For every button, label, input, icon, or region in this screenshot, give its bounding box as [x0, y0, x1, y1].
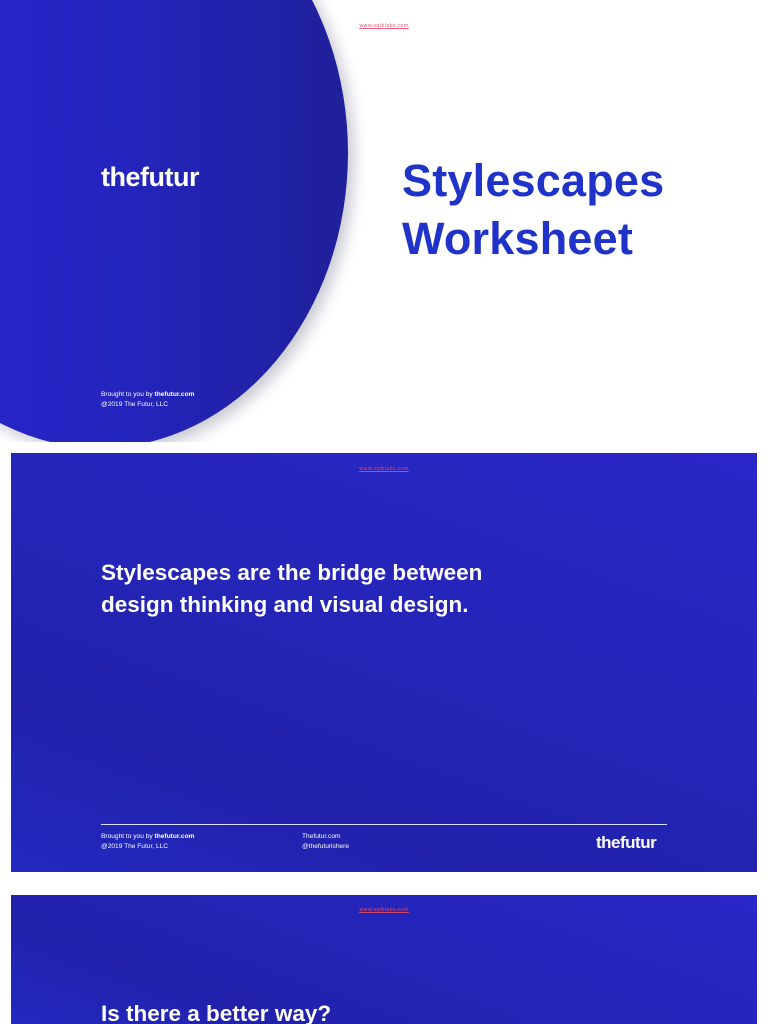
cover-slide: www.sqiblabs.com thefutur Stylescapes Wo…: [0, 0, 768, 442]
footer-logo: thefutur: [596, 833, 657, 852]
footer-divider: [101, 824, 667, 825]
credits-link[interactable]: thefutur.com: [155, 391, 195, 398]
cover-credits: Brought to you by thefutur.com @2019 The…: [101, 390, 194, 410]
watermark-text: www.sqiblabs.com: [359, 907, 409, 913]
cover-title-line1: Stylescapes: [402, 155, 665, 206]
slide-heading-line1: Is there a better way?: [101, 1001, 332, 1024]
slide-credits: Brought to you by thefutur.com @2019 The…: [101, 832, 194, 852]
cover-title: Stylescapes Worksheet: [402, 152, 742, 268]
copyright: @2019 The Futur, LLC: [101, 843, 169, 850]
slide-heading: Stylescapes are the bridge between desig…: [101, 557, 482, 621]
slide-heading-line1: Stylescapes are the bridge between: [101, 560, 483, 585]
credits-prefix: Brought to you by: [101, 391, 155, 398]
slide-better-way: www.sqiblabs.com Is there a better way?: [11, 895, 757, 1024]
credits-prefix: Brought to you by: [101, 833, 155, 840]
credits-link[interactable]: thefutur.com: [155, 833, 195, 840]
watermark-text: www.sqiblabs.com: [359, 466, 409, 472]
slide-social: Thefutur.com @thefuturishere: [302, 832, 349, 852]
slide-heading: Is there a better way?: [101, 998, 331, 1024]
social-handle[interactable]: @thefuturishere: [302, 842, 349, 852]
cover-circle: [0, 0, 348, 442]
copyright: @2019 The Futur, LLC: [101, 401, 169, 408]
cover-logo: thefutur: [101, 162, 199, 192]
slide-bridge: www.sqiblabs.com Stylescapes are the bri…: [11, 453, 757, 872]
site-link[interactable]: Thefutur.com: [302, 832, 349, 842]
cover-title-line2: Worksheet: [402, 213, 634, 264]
slide-heading-line2: design thinking and visual design.: [101, 592, 469, 617]
